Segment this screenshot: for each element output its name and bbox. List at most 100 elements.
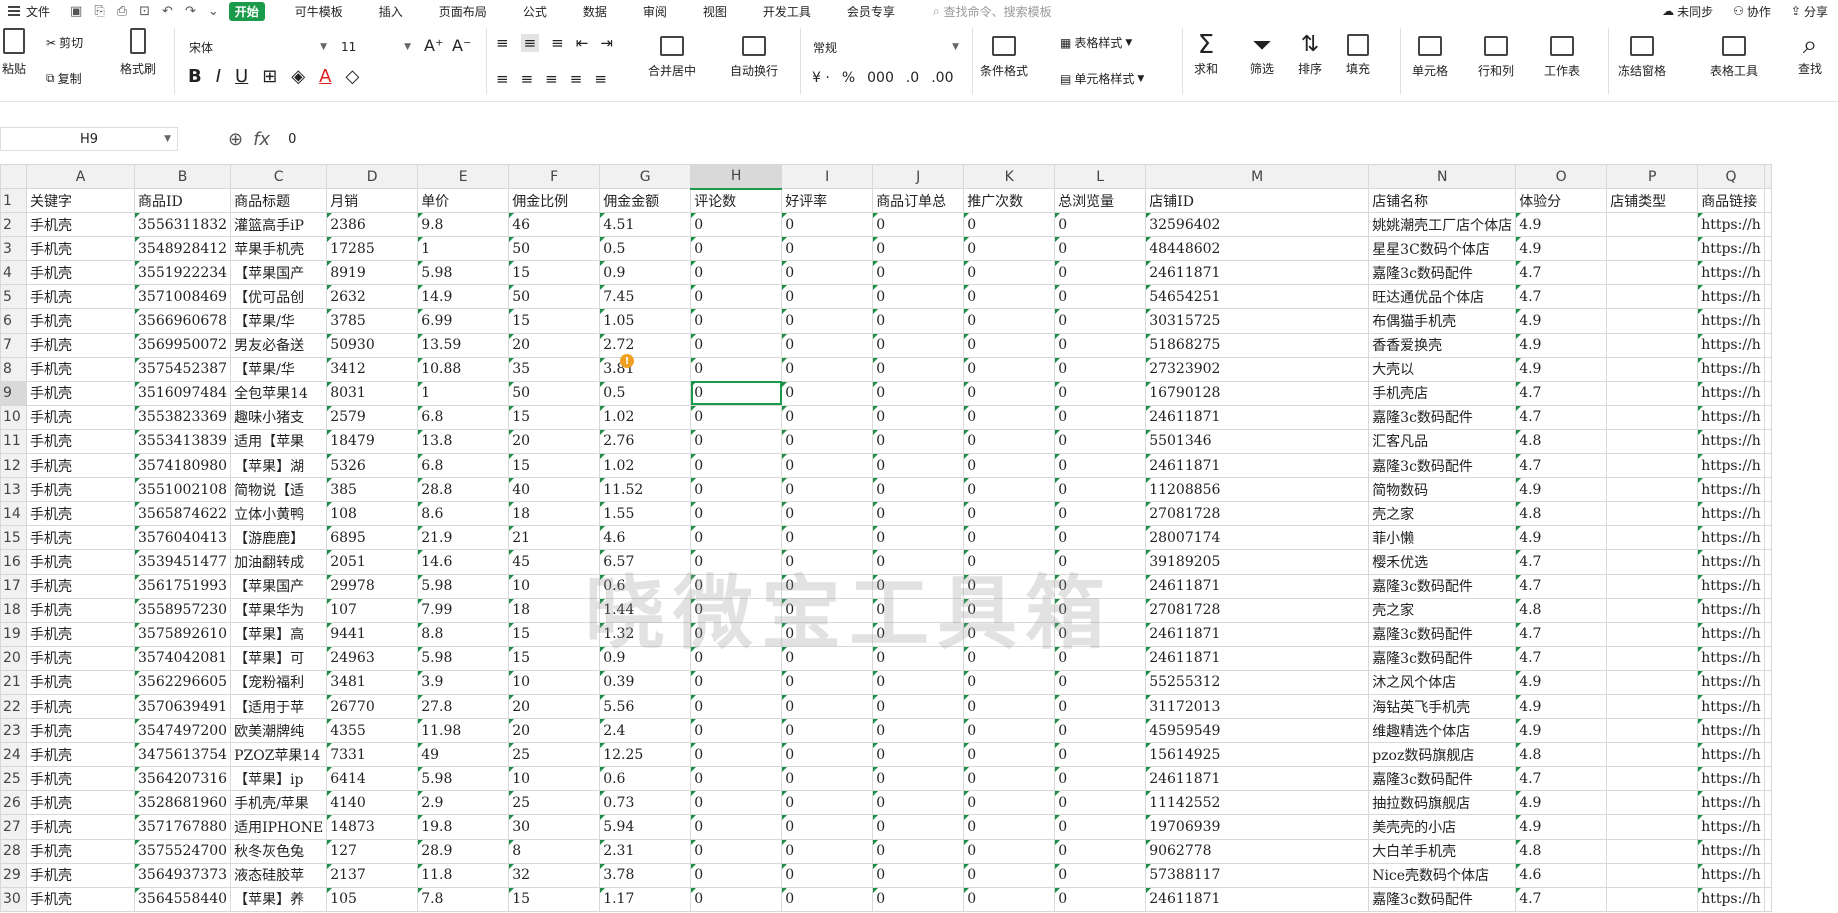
cell-L20[interactable]: 0	[1054, 645, 1147, 671]
cell-H13[interactable]: 0	[690, 477, 783, 503]
cell-K6[interactable]: 0	[963, 308, 1056, 334]
cell-D28[interactable]: 127	[326, 838, 419, 864]
cell-J1[interactable]: 商品订单总	[872, 187, 965, 214]
cell-M24[interactable]: 15614925	[1145, 742, 1370, 768]
distributed-icon[interactable]: ≡	[594, 70, 607, 88]
cell-C17[interactable]: 【苹果国产	[230, 573, 328, 599]
cell-E15[interactable]: 21.9	[417, 525, 510, 551]
cell-Q29[interactable]: https://h	[1697, 862, 1765, 888]
cell-I21[interactable]: 0	[781, 669, 874, 695]
cell-F8[interactable]: 35	[508, 356, 601, 382]
cell-H8[interactable]: 0	[690, 356, 783, 382]
cell-A16[interactable]: 手机壳	[26, 549, 135, 575]
cell-I1[interactable]: 好评率	[781, 187, 874, 214]
cell-I3[interactable]: 0	[781, 236, 874, 262]
cell-C30[interactable]: 【苹果】养	[230, 886, 328, 912]
cell-H4[interactable]: 0	[690, 260, 783, 286]
clear-format-icon[interactable]: ◇	[346, 66, 360, 87]
cell-style-button[interactable]: ▤ 单元格样式 ▼	[1060, 70, 1144, 87]
cell-F5[interactable]: 50	[508, 284, 601, 310]
cell-P2[interactable]	[1606, 212, 1699, 238]
cell-M5[interactable]: 54654251	[1145, 284, 1370, 310]
cell-N9[interactable]: 手机壳店	[1368, 380, 1517, 406]
align-top-icon[interactable]: ≡	[496, 34, 509, 52]
cell-H28[interactable]: 0	[690, 838, 783, 864]
cell-F18[interactable]: 18	[508, 597, 601, 623]
cell-C26[interactable]: 手机壳/苹果	[230, 790, 328, 816]
cell-A21[interactable]: 手机壳	[26, 669, 135, 695]
cell-A2[interactable]: 手机壳	[26, 212, 135, 238]
cell-H16[interactable]: 0	[690, 549, 783, 575]
cell-A3[interactable]: 手机壳	[26, 236, 135, 262]
cell-B29[interactable]: 3564937373	[133, 862, 232, 888]
cell-E16[interactable]: 14.6	[417, 549, 510, 575]
cell-M17[interactable]: 24611871	[1145, 573, 1370, 599]
cell-F28[interactable]: 8	[508, 838, 601, 864]
column-header-B[interactable]: B	[133, 164, 232, 189]
cell-E8[interactable]: 10.88	[417, 356, 510, 382]
cell-B2[interactable]: 3556311832	[133, 212, 232, 238]
cell-D21[interactable]: 3481	[326, 669, 419, 695]
cell-O26[interactable]: 4.9	[1515, 790, 1608, 816]
cell-O29[interactable]: 4.6	[1515, 862, 1608, 888]
cell-Q10[interactable]: https://h	[1697, 404, 1765, 430]
cell-F11[interactable]: 20	[508, 428, 601, 455]
cell-K1[interactable]: 推广次数	[963, 187, 1056, 214]
cell-B26[interactable]: 3528681960	[133, 790, 232, 816]
cell-G7[interactable]: 2.72	[599, 332, 692, 358]
row-header-16[interactable]: 16	[0, 549, 27, 575]
row-header-27[interactable]: 27	[0, 814, 27, 840]
cell-K11[interactable]: 0	[963, 428, 1056, 455]
cell-D25[interactable]: 6414	[326, 766, 419, 792]
cell-C22[interactable]: 【适用于苹	[230, 693, 328, 720]
cell-F14[interactable]: 18	[508, 501, 601, 527]
cell-J26[interactable]: 0	[872, 790, 965, 816]
cell-E3[interactable]: 1	[417, 236, 510, 262]
decimal-increase-icon[interactable]: .0	[906, 70, 919, 86]
cell-I11[interactable]: 0	[781, 428, 874, 455]
cell-D11[interactable]: 18479	[326, 428, 419, 455]
row-col-button[interactable]: 行和列	[1478, 36, 1514, 79]
cell-L19[interactable]: 0	[1054, 621, 1147, 647]
cell-H25[interactable]: 0	[690, 766, 783, 792]
cell-C2[interactable]: 灌篮高手iP	[230, 212, 328, 238]
cell-I16[interactable]: 0	[781, 549, 874, 575]
cell-I28[interactable]: 0	[781, 838, 874, 864]
row-header-10[interactable]: 10	[0, 404, 27, 430]
row-header-2[interactable]: 2	[0, 212, 27, 238]
cell-I25[interactable]: 0	[781, 766, 874, 792]
print-icon[interactable]: ⎙	[117, 4, 127, 19]
cell-P26[interactable]	[1606, 790, 1699, 816]
row-header-5[interactable]: 5	[0, 284, 27, 310]
cell-L3[interactable]: 0	[1054, 236, 1147, 262]
cell-F24[interactable]: 25	[508, 742, 601, 768]
cell-K19[interactable]: 0	[963, 621, 1056, 647]
cell-K30[interactable]: 0	[963, 886, 1056, 912]
cell-A12[interactable]: 手机壳	[26, 453, 135, 479]
cell-O4[interactable]: 4.7	[1515, 260, 1608, 286]
cell-F13[interactable]: 40	[508, 477, 601, 503]
cell-D29[interactable]: 2137	[326, 862, 419, 888]
cell-I15[interactable]: 0	[781, 525, 874, 551]
cell-M23[interactable]: 45959549	[1145, 718, 1370, 744]
cell-D17[interactable]: 29978	[326, 573, 419, 599]
cell-P14[interactable]	[1606, 501, 1699, 527]
command-search[interactable]: ⌕ 查找命令、搜索模板	[933, 3, 1052, 20]
cell-M21[interactable]: 55255312	[1145, 669, 1370, 695]
row-header-7[interactable]: 7	[0, 332, 27, 358]
bold-icon[interactable]: B	[188, 66, 202, 87]
column-header-N[interactable]: N	[1368, 164, 1517, 189]
cell-O17[interactable]: 4.7	[1515, 573, 1608, 599]
cell-O7[interactable]: 4.9	[1515, 332, 1608, 358]
cell-D19[interactable]: 9441	[326, 621, 419, 647]
cell-L14[interactable]: 0	[1054, 501, 1147, 527]
cell-I12[interactable]: 0	[781, 453, 874, 479]
font-grow-button[interactable]: A⁺	[424, 36, 443, 55]
cell-L23[interactable]: 0	[1054, 718, 1147, 744]
cell-A15[interactable]: 手机壳	[26, 525, 135, 551]
cell-O15[interactable]: 4.9	[1515, 525, 1608, 551]
cell-H17[interactable]: 0	[690, 573, 783, 599]
cell-H12[interactable]: 0	[690, 453, 783, 479]
cell-B8[interactable]: 3575452387	[133, 356, 232, 382]
merge-center-button[interactable]: 合并居中	[648, 36, 696, 79]
